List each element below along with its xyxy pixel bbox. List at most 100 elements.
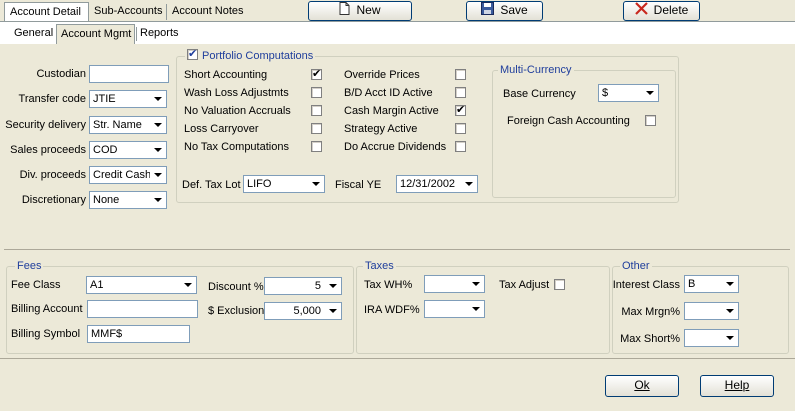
discount-select[interactable]: 5 <box>264 277 342 295</box>
security-delivery-select[interactable]: Str. Name <box>89 116 167 134</box>
subtab-reports[interactable]: Reports <box>140 27 179 39</box>
interest-class-value: B <box>688 278 696 290</box>
discretionary-value: None <box>93 194 120 206</box>
sales-proceeds-select[interactable]: COD <box>89 141 167 159</box>
max-mrgn-label: Max Mrgn% <box>621 306 680 318</box>
chevron-down-icon[interactable] <box>325 279 340 293</box>
fee-class-select[interactable]: A1 <box>86 276 197 294</box>
chevron-down-icon[interactable] <box>722 304 737 318</box>
multi-currency-title: Multi-Currency <box>498 64 574 77</box>
base-currency-label: Base Currency <box>503 88 576 100</box>
chevron-down-icon[interactable] <box>150 168 165 182</box>
billing-account-label: Billing Account <box>11 303 83 315</box>
base-currency-select[interactable]: $ <box>598 84 659 102</box>
chevron-down-icon[interactable] <box>642 86 657 100</box>
strategy-active-checkbox[interactable] <box>455 123 466 134</box>
billing-symbol-input[interactable]: MMF$ <box>87 325 190 343</box>
tax-adjust-label: Tax Adjust <box>499 279 550 291</box>
new-button[interactable]: New <box>308 1 412 21</box>
ok-button-label: Ok <box>634 378 650 392</box>
delete-button[interactable]: Delete <box>623 1 700 21</box>
chevron-down-icon[interactable] <box>150 143 165 157</box>
exclusion-label: $ Exclusion <box>208 305 265 317</box>
chevron-down-icon[interactable] <box>722 277 737 291</box>
custodian-input[interactable] <box>89 65 169 83</box>
fiscal-ye-select[interactable]: 12/31/2002 <box>396 175 478 193</box>
discretionary-select[interactable]: None <box>89 191 167 209</box>
subtab-general[interactable]: General <box>14 27 53 39</box>
tab-sub-accounts[interactable]: Sub-Accounts <box>89 2 167 21</box>
max-short-select[interactable] <box>684 329 739 347</box>
save-button-label: Save <box>500 3 528 18</box>
portfolio-computations-title: Portfolio Computations <box>202 50 314 62</box>
override-prices-label: Override Prices <box>344 69 420 81</box>
short-accounting-checkbox[interactable] <box>311 67 322 80</box>
exclusion-select[interactable]: 5,000 <box>264 302 342 320</box>
tax-adjust-checkbox[interactable] <box>554 279 565 290</box>
chevron-down-icon[interactable] <box>722 331 737 345</box>
max-short-label: Max Short% <box>620 333 680 345</box>
max-mrgn-select[interactable] <box>684 302 739 320</box>
foreign-cash-checkbox[interactable] <box>645 115 656 126</box>
wash-loss-label: Wash Loss Adjustmts <box>184 87 289 99</box>
security-delivery-value: Str. Name <box>93 119 142 131</box>
sales-proceeds-value: COD <box>93 144 118 156</box>
chevron-down-icon[interactable] <box>468 277 483 291</box>
loss-carryover-checkbox[interactable] <box>311 123 322 134</box>
transfer-code-label: Transfer code <box>18 93 86 105</box>
override-prices-checkbox[interactable] <box>455 69 466 80</box>
bd-acct-id-checkbox[interactable] <box>455 87 466 98</box>
interest-class-label: Interest Class <box>612 279 680 291</box>
transfer-code-select[interactable]: JTIE <box>89 90 167 108</box>
cash-margin-label: Cash Margin Active <box>344 105 439 117</box>
no-tax-computations-checkbox[interactable] <box>311 141 322 152</box>
wash-loss-checkbox[interactable] <box>311 87 322 98</box>
chevron-down-icon[interactable] <box>150 118 165 132</box>
chevron-down-icon[interactable] <box>468 302 483 316</box>
fee-class-value: A1 <box>90 279 104 291</box>
delete-button-label: Delete <box>653 3 689 18</box>
chevron-down-icon[interactable] <box>325 304 340 318</box>
chevron-down-icon[interactable] <box>180 278 195 292</box>
subtab-account-mgmt[interactable]: Account Mgmt <box>56 24 136 44</box>
discount-value: 5 <box>314 280 321 292</box>
strategy-active-label: Strategy Active <box>344 123 418 135</box>
sales-proceeds-label: Sales proceeds <box>10 144 86 156</box>
cash-margin-checkbox[interactable] <box>455 103 466 116</box>
def-tax-lot-select[interactable]: LIFO <box>243 175 325 193</box>
subtab-separator <box>136 27 137 41</box>
chevron-down-icon[interactable] <box>461 177 476 191</box>
chevron-down-icon[interactable] <box>308 177 323 191</box>
accrue-dividends-checkbox[interactable] <box>455 141 466 152</box>
billing-account-input[interactable] <box>87 300 198 318</box>
no-valuation-accruals-checkbox[interactable] <box>311 105 322 116</box>
foreign-cash-label: Foreign Cash Accounting <box>507 115 630 127</box>
def-tax-lot-value: LIFO <box>247 178 272 190</box>
portfolio-computations-header: Portfolio Computations <box>185 47 316 63</box>
taxes-title: Taxes <box>363 260 396 273</box>
new-document-icon <box>339 2 350 20</box>
chevron-down-icon[interactable] <box>150 92 165 106</box>
other-title: Other <box>620 260 652 273</box>
ira-wdf-select[interactable] <box>424 300 485 318</box>
tax-wh-label: Tax WH% <box>364 279 413 291</box>
interest-class-select[interactable]: B <box>684 275 739 293</box>
chevron-down-icon[interactable] <box>150 193 165 207</box>
div-proceeds-select[interactable]: Credit Cash <box>89 166 167 184</box>
short-accounting-label: Short Accounting <box>184 69 268 81</box>
tab-account-notes[interactable]: Account Notes <box>167 2 249 21</box>
loss-carryover-label: Loss Carryover <box>184 123 259 135</box>
no-valuation-accruals-label: No Valuation Accruals <box>184 105 291 117</box>
help-button[interactable]: Help <box>700 375 774 397</box>
fiscal-ye-value: 12/31/2002 <box>400 178 456 190</box>
section-divider <box>4 249 790 250</box>
save-button[interactable]: Save <box>466 1 543 21</box>
fiscal-ye-label: Fiscal YE <box>335 179 382 191</box>
tab-account-detail[interactable]: Account Detail <box>4 2 89 21</box>
billing-symbol-label: Billing Symbol <box>11 328 81 340</box>
new-button-label: New <box>356 3 381 18</box>
div-proceeds-label: Div. proceeds <box>19 169 86 181</box>
portfolio-computations-checkbox[interactable] <box>187 47 198 60</box>
tax-wh-select[interactable] <box>424 275 485 293</box>
ok-button[interactable]: Ok <box>605 375 679 397</box>
